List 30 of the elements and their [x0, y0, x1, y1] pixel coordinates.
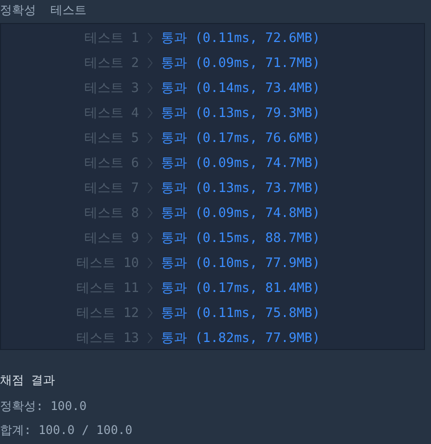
chevron-right-icon [147, 206, 153, 218]
chevron-right-icon [147, 256, 153, 268]
test-result: 통과 (0.10ms, 77.9MB) [161, 254, 322, 272]
chevron-right-icon [147, 182, 153, 194]
chevron-right-icon [147, 56, 153, 68]
chevron-right-icon [147, 32, 153, 44]
test-result: 통과 (0.11ms, 75.8MB) [161, 304, 322, 322]
test-result: 통과 (0.09ms, 74.8MB) [161, 204, 322, 222]
test-result: 통과 (0.17ms, 81.4MB) [161, 280, 322, 296]
summary-line: 정확성: 100.0 [0, 398, 87, 415]
chevron-right-icon [147, 232, 153, 244]
chevron-right-icon [147, 106, 153, 118]
chevron-right-icon [147, 132, 153, 144]
test-result: 통과 (0.15ms, 88.7MB) [161, 230, 322, 246]
test-result: 통과 (1.82ms, 77.9MB) [161, 330, 322, 346]
test-result: 통과 (0.13ms, 73.7MB) [161, 180, 322, 196]
test-result: 통과 (0.17ms, 76.6MB) [161, 130, 322, 146]
test-result: 통과 (0.09ms, 74.7MB) [161, 154, 322, 172]
chevron-right-icon [147, 306, 153, 318]
chevron-right-icon [147, 82, 153, 94]
test-result: 통과 (0.14ms, 73.4MB) [161, 80, 322, 96]
summary-line: 합계: 100.0 / 100.0 [0, 422, 132, 439]
section-heading: 정확성 테스트 [0, 2, 86, 19]
chevron-right-icon [147, 282, 153, 294]
chevron-right-icon [147, 332, 153, 344]
test-result: 통과 (0.09ms, 71.7MB) [161, 54, 322, 72]
test-result: 통과 (0.11ms, 72.6MB) [161, 30, 322, 46]
chevron-right-icon [147, 156, 153, 168]
test-result: 통과 (0.13ms, 79.3MB) [161, 104, 322, 122]
summary-title: 채점 결과 [0, 372, 56, 389]
